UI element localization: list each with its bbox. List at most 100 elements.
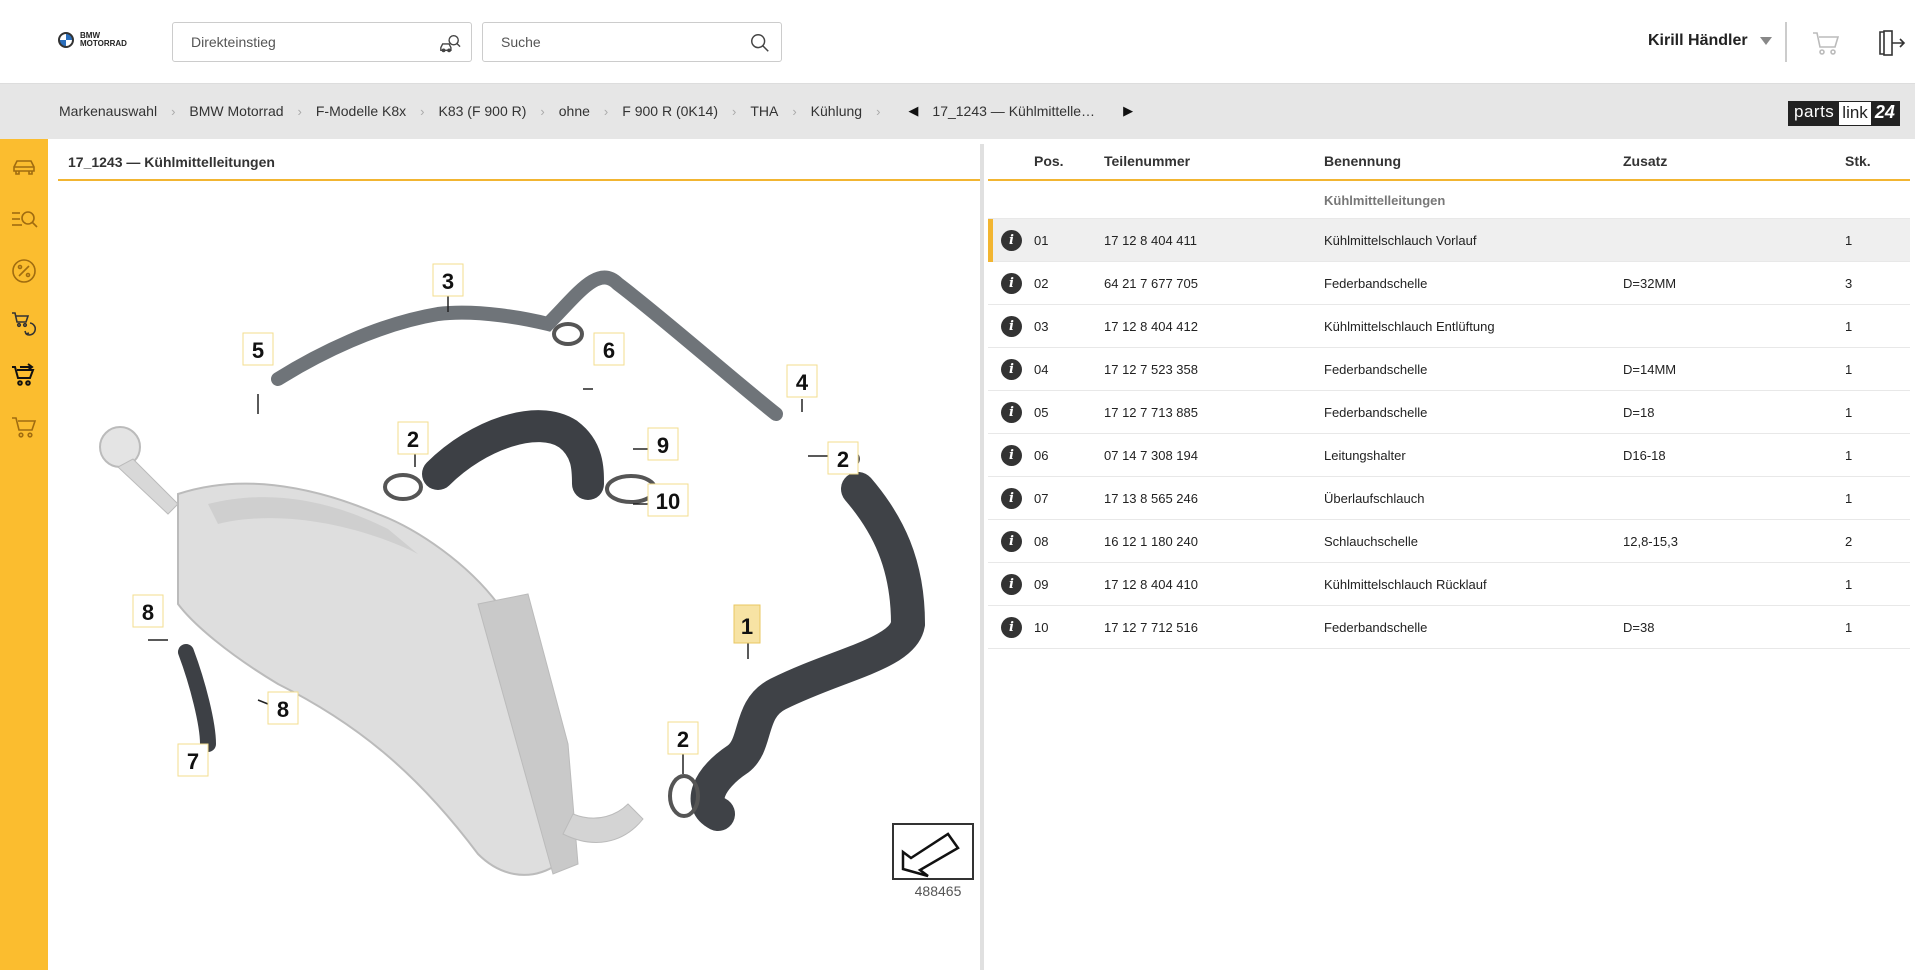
callout-9[interactable]: 9 — [647, 427, 679, 461]
callout-2[interactable]: 2 — [827, 441, 859, 475]
info-icon[interactable]: i — [1001, 402, 1022, 423]
info-icon[interactable]: i — [1001, 574, 1022, 595]
diagram-title: 17_1243 — Kühlmittelleitungen — [58, 144, 980, 181]
column-header-qty[interactable]: Stk. — [1845, 153, 1871, 169]
table-row[interactable]: i 10 17 12 7 712 516 Federbandschelle D=… — [988, 606, 1910, 649]
breadcrumb-separator-icon: › — [731, 103, 737, 119]
callout-8[interactable]: 8 — [267, 691, 299, 725]
column-header-pos[interactable]: Pos. — [1034, 153, 1064, 169]
cell-qty: 1 — [1845, 491, 1853, 506]
cell-qty: 2 — [1845, 534, 1853, 549]
callout-label: 2 — [837, 447, 849, 472]
column-header-name[interactable]: Benennung — [1324, 153, 1401, 169]
callout-label: 1 — [741, 614, 753, 639]
callout-7[interactable]: 7 — [177, 743, 209, 777]
callout-2[interactable]: 2 — [667, 721, 699, 755]
breadcrumb-separator-icon: › — [792, 103, 797, 119]
cell-qty: 1 — [1845, 233, 1853, 248]
breadcrumb: Markenauswahl › BMW Motorrad › F-Modelle K… — [59, 103, 1147, 119]
cell-part-number: 64 21 7 677 705 — [1104, 276, 1198, 291]
callout-1[interactable]: 1 — [733, 604, 761, 644]
sidebar-item-cart-transfer[interactable] — [10, 361, 38, 389]
callout-8[interactable]: 8 — [132, 594, 164, 628]
percent-icon — [12, 259, 36, 283]
table-row[interactable]: i 06 07 14 7 308 194 Leitungshalter D16-… — [988, 434, 1910, 477]
sidebar-item-cart[interactable] — [10, 413, 38, 441]
callout-2[interactable]: 2 — [397, 421, 429, 455]
previous-diagram-icon[interactable]: ◀ — [908, 103, 918, 119]
brand-logo[interactable]: BMW MOTORRAD — [58, 32, 130, 48]
cell-name: Leitungshalter — [1324, 448, 1406, 463]
info-icon[interactable]: i — [1001, 230, 1022, 251]
info-icon[interactable]: i — [1001, 273, 1022, 294]
cell-pos: 05 — [1034, 405, 1049, 420]
callout-label: 7 — [187, 749, 199, 774]
info-icon[interactable]: i — [1001, 617, 1022, 638]
cell-pos: 09 — [1034, 577, 1049, 592]
callout-10[interactable]: 10 — [647, 483, 689, 517]
cell-addition: 12,8-15,3 — [1623, 534, 1678, 549]
cell-part-number: 17 12 8 404 412 — [1104, 319, 1198, 334]
sidebar-item-vehicle[interactable] — [10, 153, 38, 181]
partslink-logo-part-c: 24 — [1871, 101, 1900, 126]
sidebar-item-exchange[interactable] — [10, 309, 38, 337]
table-group-row: Kühlmittelleitungen — [988, 181, 1910, 219]
partslink24-logo[interactable]: parts link 24 — [1788, 101, 1908, 126]
callout-5[interactable]: 5 — [242, 332, 274, 366]
cell-name: Federbandschelle — [1324, 620, 1428, 635]
table-row[interactable]: i 05 17 12 7 713 885 Federbandschelle D=… — [988, 391, 1910, 434]
table-row[interactable]: i 04 17 12 7 523 358 Federbandschelle D=… — [988, 348, 1910, 391]
breadcrumb-item[interactable]: F-Modelle K8x — [316, 103, 406, 119]
vehicle-search-icon[interactable] — [439, 32, 461, 54]
cart-icon[interactable] — [1812, 30, 1840, 56]
partslink-logo-part-b: link — [1838, 101, 1872, 126]
callout-label: 8 — [142, 600, 154, 625]
breadcrumb-item[interactable]: Markenauswahl — [59, 103, 157, 119]
cell-part-number: 17 12 7 713 885 — [1104, 405, 1198, 420]
sidebar-item-discount[interactable] — [10, 257, 38, 285]
table-row[interactable]: i 09 17 12 8 404 410 Kühlmittelschlauch … — [988, 563, 1910, 606]
user-name[interactable]: Kirill Händler — [1648, 32, 1748, 50]
sidebar — [0, 139, 48, 970]
breadcrumb-item[interactable]: F 900 R (0K14) — [622, 103, 718, 119]
breadcrumb-item[interactable]: THA — [750, 103, 778, 119]
top-header: BMW MOTORRAD Kirill Händler — [0, 0, 1915, 84]
info-icon[interactable]: i — [1001, 531, 1022, 552]
cell-name: Schlauchschelle — [1324, 534, 1418, 549]
breadcrumb-item[interactable]: Kühlung — [811, 103, 862, 119]
callout-3[interactable]: 3 — [432, 263, 464, 297]
breadcrumb-separator-icon: › — [603, 103, 609, 119]
search-input[interactable] — [501, 34, 731, 50]
car-icon — [13, 160, 35, 175]
breadcrumb-item[interactable]: K83 (F 900 R) — [438, 103, 526, 119]
info-icon[interactable]: i — [1001, 316, 1022, 337]
column-header-part-number[interactable]: Teilenummer — [1104, 153, 1190, 169]
table-row[interactable]: i 08 16 12 1 180 240 Schlauchschelle 12,… — [988, 520, 1910, 563]
breadcrumb-item[interactable]: ohne — [559, 103, 590, 119]
info-icon[interactable]: i — [1001, 445, 1022, 466]
user-menu-chevron-icon[interactable] — [1760, 37, 1772, 45]
logout-icon[interactable] — [1876, 28, 1906, 58]
column-header-addition[interactable]: Zusatz — [1623, 153, 1667, 169]
cell-part-number: 17 12 7 712 516 — [1104, 620, 1198, 635]
table-row[interactable]: i 07 17 13 8 565 246 Überlaufschlauch 1 — [988, 477, 1910, 520]
breadcrumb-separator-icon: › — [876, 103, 881, 119]
table-row[interactable]: i 01 17 12 8 404 411 Kühlmittelschlauch … — [988, 219, 1910, 262]
info-icon[interactable]: i — [1001, 488, 1022, 509]
search-icon[interactable] — [749, 32, 771, 54]
callout-label: 3 — [442, 269, 454, 294]
callout-6[interactable]: 6 — [593, 332, 625, 366]
cell-qty: 1 — [1845, 577, 1853, 592]
info-icon[interactable]: i — [1001, 359, 1022, 380]
cell-addition: D16-18 — [1623, 448, 1666, 463]
cell-qty: 1 — [1845, 620, 1853, 635]
table-row[interactable]: i 03 17 12 8 404 412 Kühlmittelschlauch … — [988, 305, 1910, 348]
callout-4[interactable]: 4 — [786, 364, 818, 398]
breadcrumb-item[interactable]: BMW Motorrad — [189, 103, 283, 119]
direct-entry-input[interactable] — [191, 34, 421, 50]
cell-part-number: 17 12 7 523 358 — [1104, 362, 1198, 377]
next-diagram-icon[interactable]: ▶ — [1123, 103, 1133, 119]
sidebar-item-search-list[interactable] — [10, 205, 38, 233]
table-row[interactable]: i 02 64 21 7 677 705 Federbandschelle D=… — [988, 262, 1910, 305]
breadcrumb-current[interactable]: 17_1243 — Kühlmittelle… — [932, 103, 1095, 119]
